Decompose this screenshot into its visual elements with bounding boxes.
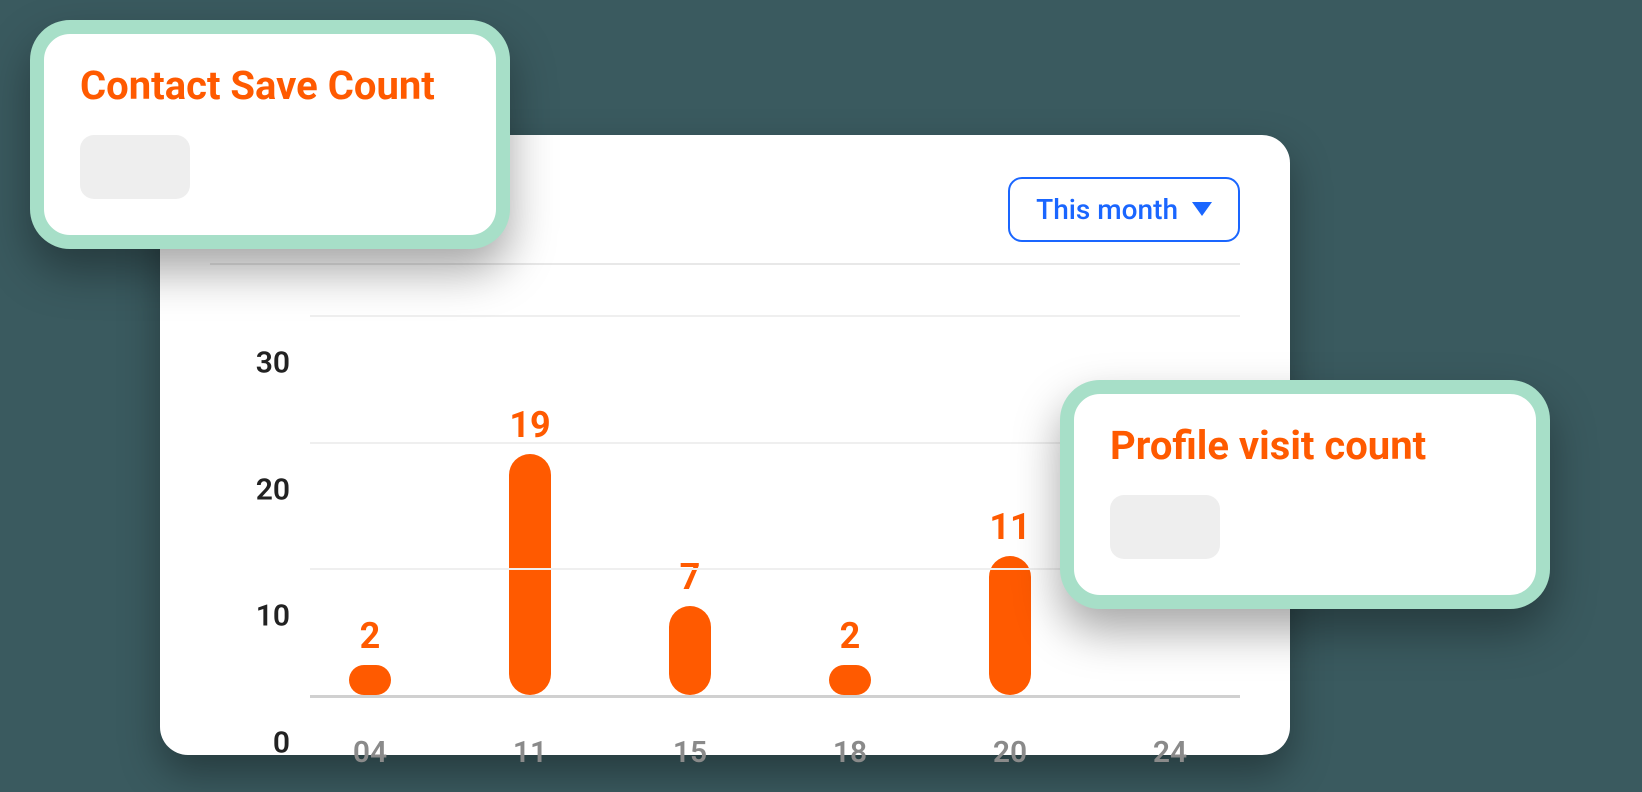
- chart-x-axis: 04 11 15 18 20 24: [310, 725, 1240, 775]
- profile-visit-card: Profile visit count: [1060, 380, 1550, 609]
- chart-baseline: [310, 695, 1240, 698]
- chart-y-tick: 30: [256, 346, 290, 381]
- chart-bar-slot: 2: [310, 615, 430, 695]
- profile-visit-title: Profile visit count: [1110, 422, 1500, 469]
- chart-y-tick: 20: [256, 472, 290, 507]
- chart-gridline: [310, 315, 1240, 317]
- chart-bar-value-label: 19: [509, 404, 550, 446]
- chart-bar: [989, 556, 1031, 695]
- chart-bar-value-label: 7: [680, 556, 701, 598]
- chart-y-tick: 10: [256, 599, 290, 634]
- contact-save-value-placeholder: [80, 135, 190, 199]
- chart-bar-slot: 19: [470, 404, 590, 695]
- contact-save-title: Contact Save Count: [80, 62, 460, 109]
- chart-y-tick: 0: [273, 726, 290, 761]
- date-range-select[interactable]: This month: [1008, 177, 1240, 242]
- chart-bar: [349, 665, 391, 695]
- chart-bar-slot: 11: [950, 506, 1070, 695]
- chart-bar-value-label: 2: [840, 615, 861, 657]
- chart-bar-slot: 7: [630, 556, 750, 695]
- chart-bar: [669, 606, 711, 695]
- chart-bar-value-label: 2: [360, 615, 381, 657]
- chart-bar: [509, 454, 551, 695]
- date-range-label: This month: [1036, 193, 1178, 226]
- chart-bar-slot: 2: [790, 615, 910, 695]
- chart-x-tick: 18: [833, 735, 867, 770]
- profile-visit-value-placeholder: [1110, 495, 1220, 559]
- chart-x-tick: 11: [513, 735, 547, 770]
- chart-y-axis: 0102030: [210, 295, 310, 725]
- chart-bar: [829, 665, 871, 695]
- chart-bar-value-label: 11: [989, 506, 1030, 548]
- chevron-down-icon: [1192, 202, 1212, 216]
- chart-x-tick: 20: [993, 735, 1027, 770]
- chart-x-tick: 24: [1153, 735, 1187, 770]
- chart-x-tick: 04: [353, 735, 387, 770]
- chart-x-tick: 15: [673, 735, 707, 770]
- contact-save-card: Contact Save Count: [30, 20, 510, 249]
